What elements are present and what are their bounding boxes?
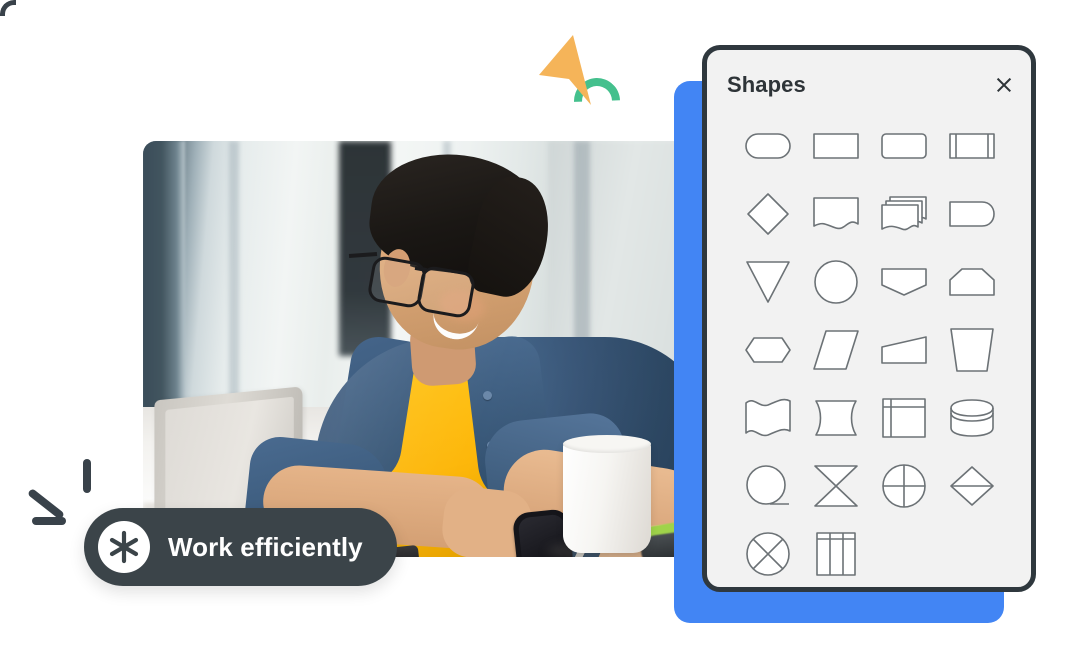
photo-glasses-lens-right (415, 264, 477, 320)
shape-item-terminator[interactable] (938, 180, 1006, 248)
badge-label: Work efficiently (168, 531, 363, 562)
shape-item-diamond[interactable] (734, 180, 802, 248)
shapes-dialog: Shapes (702, 45, 1036, 592)
shape-item-x-circle[interactable] (734, 520, 802, 588)
shape-item-database[interactable] (938, 384, 1006, 452)
shape-item-hourglass[interactable] (802, 452, 870, 520)
cursor-arrow-icon (533, 33, 613, 113)
photo-coffee-mug (563, 441, 651, 553)
click-burst-line (83, 459, 91, 493)
close-icon[interactable] (993, 74, 1015, 96)
click-burst-line (32, 517, 66, 525)
shape-item-document[interactable] (802, 180, 870, 248)
shape-item-hexagon[interactable] (734, 316, 802, 384)
shape-item-rounded-rectangle[interactable] (734, 112, 802, 180)
hero-photo (143, 141, 698, 557)
canvas-corner-accent (0, 0, 16, 16)
canvas: Shapes Work efficiently (0, 0, 1080, 672)
shape-item-extract[interactable] (870, 248, 938, 316)
shape-item-circle[interactable] (802, 248, 870, 316)
shape-item-table-columns[interactable] (802, 520, 870, 588)
shape-item-trapezoid-down[interactable] (938, 316, 1006, 384)
shapes-grid (734, 112, 1014, 588)
shape-item-pentagon-top[interactable] (938, 248, 1006, 316)
shape-item-wave-flag[interactable] (734, 384, 802, 452)
shape-item-circle-with-tail[interactable] (734, 452, 802, 520)
shape-item-multi-document[interactable] (870, 180, 938, 248)
photo-composition (143, 141, 698, 557)
shape-item-predefined-process[interactable] (938, 112, 1006, 180)
shape-item-curved-rectangle[interactable] (802, 384, 870, 452)
photo-coffee-mug-rim (563, 435, 651, 453)
shape-item-triangle-down[interactable] (734, 248, 802, 316)
shape-item-soft-rectangle[interactable] (870, 112, 938, 180)
shape-item-split-diamond[interactable] (938, 452, 1006, 520)
shape-item-parallelogram[interactable] (802, 316, 870, 384)
asterisk-icon (98, 521, 150, 573)
photo-shirt-button (483, 391, 492, 400)
click-burst-line (26, 487, 66, 521)
shape-item-rectangle[interactable] (802, 112, 870, 180)
shape-item-trapezoid-right[interactable] (870, 316, 938, 384)
page-title: Shapes (727, 72, 806, 97)
dialog-header: Shapes (707, 50, 1031, 112)
shape-item-crossed-circle[interactable] (870, 452, 938, 520)
shape-item-internal-storage[interactable] (870, 384, 938, 452)
work-efficiently-badge: Work efficiently (84, 508, 397, 586)
